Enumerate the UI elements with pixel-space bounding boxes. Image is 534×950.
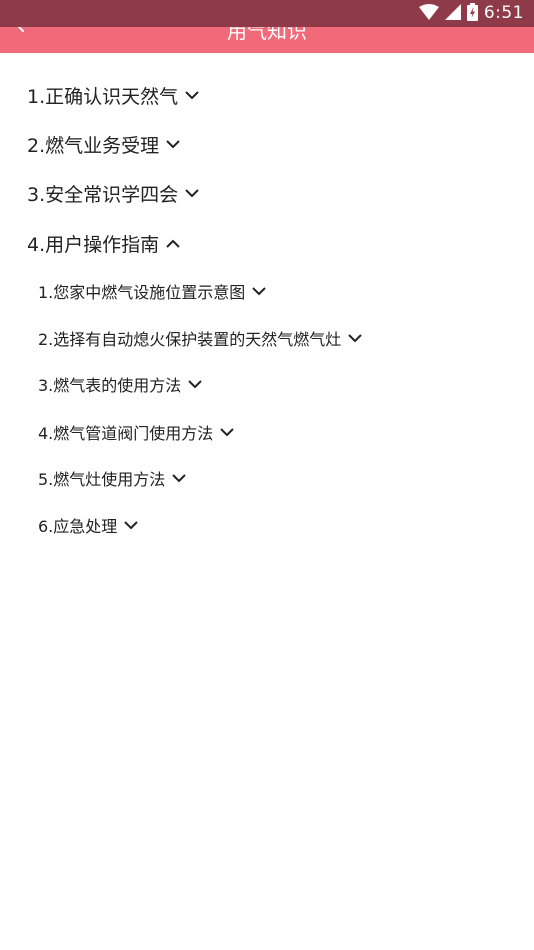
page-title: 用气知识 — [227, 27, 307, 43]
status-bar: 6:51 — [0, 0, 534, 27]
status-icons: 6:51 — [418, 2, 524, 25]
chevron-down-icon — [348, 333, 362, 343]
section-label: 2.燃气业务受理 — [27, 134, 160, 157]
guide-item-label: 3.燃气表的使用方法 — [38, 376, 182, 395]
guide-item-label: 4.燃气管道阀门使用方法 — [38, 424, 214, 443]
section-label: 3.安全常识学四会 — [27, 183, 179, 206]
chevron-down-icon — [166, 139, 180, 149]
section-correct-knowledge[interactable]: 1.正确认识天然气 — [27, 82, 199, 108]
section-label: 4.用户操作指南 — [27, 233, 160, 256]
cell-signal-icon — [444, 3, 461, 24]
guide-item-label: 6.应急处理 — [38, 517, 118, 536]
guide-item-stove-selection[interactable]: 2.选择有自动熄火保护装置的天然气燃气灶 — [38, 326, 362, 350]
chevron-down-icon — [185, 90, 199, 100]
chevron-down-icon — [185, 188, 199, 198]
guide-item-label: 2.选择有自动熄火保护装置的天然气燃气灶 — [38, 330, 342, 349]
battery-icon — [466, 2, 478, 25]
chevron-down-icon — [124, 520, 138, 530]
guide-item-stove-usage[interactable]: 5.燃气灶使用方法 — [38, 466, 186, 490]
status-time: 6:51 — [483, 3, 524, 23]
guide-item-emergency[interactable]: 6.应急处理 — [38, 513, 138, 537]
guide-item-valve-usage[interactable]: 4.燃气管道阀门使用方法 — [38, 420, 234, 444]
guide-item-meter-usage[interactable]: 3.燃气表的使用方法 — [38, 372, 202, 396]
guide-item-label: 1.您家中燃气设施位置示意图 — [38, 283, 246, 302]
section-label: 1.正确认识天然气 — [27, 85, 179, 108]
chevron-down-icon — [188, 379, 202, 389]
chevron-down-icon — [172, 473, 186, 483]
app-bar: 用气知识 — [0, 27, 534, 53]
chevron-down-icon — [252, 286, 266, 296]
wifi-icon — [418, 3, 439, 24]
chevron-up-icon — [166, 239, 180, 248]
section-gas-business[interactable]: 2.燃气业务受理 — [27, 131, 180, 157]
guide-item-label: 5.燃气灶使用方法 — [38, 470, 166, 489]
guide-item-facility-map[interactable]: 1.您家中燃气设施位置示意图 — [38, 279, 266, 303]
section-user-guide[interactable]: 4.用户操作指南 — [27, 230, 180, 256]
section-safety-knowledge[interactable]: 3.安全常识学四会 — [27, 180, 199, 206]
chevron-down-icon — [220, 427, 234, 437]
